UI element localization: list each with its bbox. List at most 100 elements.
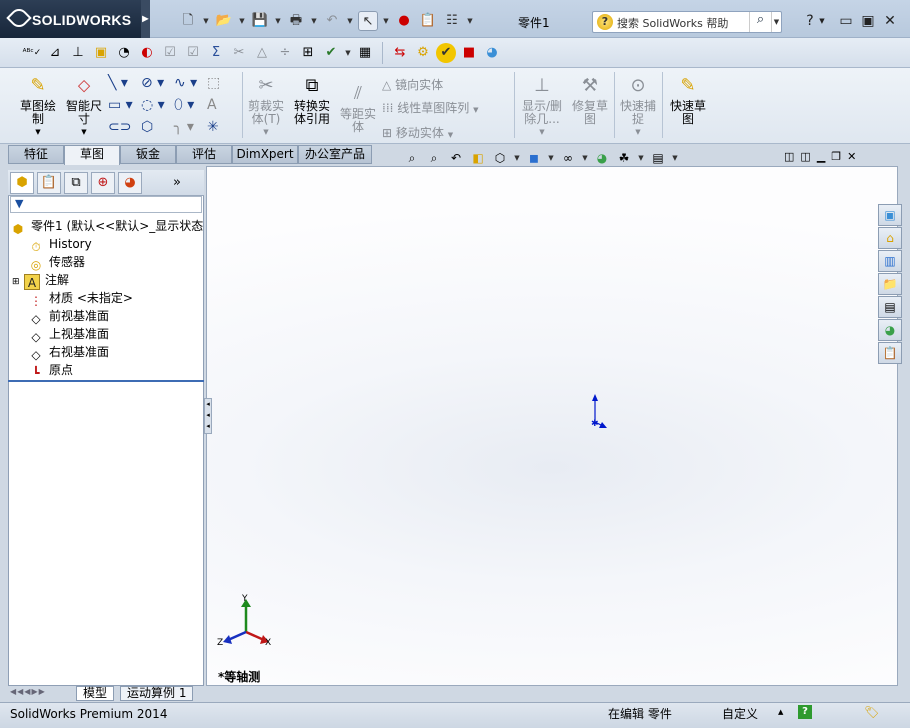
previous-view-icon[interactable]: ↶ <box>447 149 465 167</box>
spell-check-icon[interactable]: ᴬᴮᶜ✓ <box>22 43 42 63</box>
section-view-icon[interactable]: ◧ <box>469 149 487 167</box>
split-left-icon[interactable]: ◫ <box>784 150 794 163</box>
tab-features[interactable]: 特征 <box>8 145 64 164</box>
menu-arrow-icon[interactable]: ▶ <box>141 0 150 38</box>
traffic-icon[interactable]: ◐ <box>137 43 157 63</box>
minimize-icon[interactable]: ▭ <box>836 12 856 30</box>
feature-manager-tab-icon[interactable]: ⬢ <box>10 171 34 194</box>
minimize-icon[interactable]: ▁ <box>817 150 825 163</box>
split-right-icon[interactable]: ◫ <box>800 150 810 163</box>
expand-panel-icon[interactable]: » <box>173 175 181 190</box>
appearance-icon[interactable]: ◕ <box>482 43 502 63</box>
convert-entities-button[interactable]: ⧉ 转换实 体引用 <box>288 74 336 126</box>
sketch-check-icon[interactable]: ⊿ <box>45 43 65 63</box>
checkbox-icon[interactable]: ☑ <box>183 43 203 63</box>
chevron-down-icon[interactable]: ▼ <box>671 154 679 162</box>
dotted-rect-icon[interactable]: ⬚ <box>207 72 240 94</box>
help-search-box[interactable]: ? 搜索 SolidWorks 帮助 ⌕ ▼ <box>592 11 782 33</box>
close-icon[interactable]: ✕ <box>880 12 900 30</box>
chevron-down-icon[interactable]: ▼ <box>466 17 474 25</box>
chevron-down-icon[interactable]: ▼ <box>771 12 781 32</box>
panel-collapse-handle[interactable]: ◂ ◂ ◂ <box>204 398 212 434</box>
polygon-icon[interactable]: ⬡ <box>141 116 174 138</box>
chevron-down-icon[interactable]: ▼ <box>547 154 555 162</box>
tab-sheet-metal[interactable]: 钣金 <box>120 145 176 164</box>
offset-entities-button[interactable]: ⫽ 等距实 体 <box>336 82 380 134</box>
smart-dimension-button[interactable]: ⬦ 智能尺 寸 ▼ <box>60 74 108 139</box>
rebuild-traffic-light-icon[interactable]: ● <box>394 11 414 31</box>
chevron-down-icon[interactable]: ▼ <box>581 154 589 162</box>
line-icon[interactable]: ╲ ▾ <box>108 72 141 94</box>
tree-item-origin[interactable]: ┗ 原点 <box>8 361 204 380</box>
tab-evaluate[interactable]: 评估 <box>176 145 232 164</box>
restore-icon[interactable]: ▣ <box>858 12 878 30</box>
calc-icon[interactable]: ⊞ <box>298 43 318 63</box>
check-circle-icon[interactable]: ✔ <box>436 43 456 63</box>
open-folder-icon[interactable]: 📂 <box>214 11 234 31</box>
chevron-down-icon[interactable]: ▼ <box>202 17 210 25</box>
status-units[interactable]: 自定义 <box>722 704 758 724</box>
undo-icon[interactable]: ↶ <box>322 11 342 31</box>
tab-dimxpert[interactable]: DimXpert <box>232 145 298 164</box>
tree-item-sensors[interactable]: ◎ 传感器 <box>8 253 204 272</box>
zoom-area-icon[interactable]: ⌕ <box>425 149 443 167</box>
mirror-entities-button[interactable]: △ 镜向实体 <box>382 74 512 97</box>
tree-item-right-plane[interactable]: ◇ 右视基准面 <box>8 343 204 362</box>
chevron-down-icon[interactable]: ▼ <box>344 49 352 57</box>
fillet-icon[interactable]: ╮ ▾ <box>174 116 207 138</box>
tree-item-top-plane[interactable]: ◇ 上视基准面 <box>8 325 204 344</box>
gauge-icon[interactable]: ◔ <box>114 43 134 63</box>
split-icon[interactable]: ÷ <box>275 43 295 63</box>
search-icon[interactable]: ⌕ <box>749 12 771 32</box>
linear-pattern-button[interactable]: ⁞⁞⁞ 线性草图阵列 ▼ <box>382 97 512 122</box>
solidworks-resources-icon[interactable]: ▣ <box>878 204 902 226</box>
home-icon[interactable]: ⌂ <box>878 227 902 249</box>
tab-sketch[interactable]: 草图 <box>64 145 120 165</box>
check-x-icon[interactable]: ✔ <box>321 43 341 63</box>
chevron-up-icon[interactable]: ▲ <box>778 708 783 716</box>
hide-show-icon[interactable]: ∞ <box>559 149 577 167</box>
tree-item-material[interactable]: ⋮ 材质 <未指定> <box>8 289 204 308</box>
graphics-area[interactable] <box>206 166 898 686</box>
quick-snaps-button[interactable]: ⊙ 快速捕 捉 ▼ <box>616 74 660 139</box>
design-library-icon[interactable]: ▥ <box>878 250 902 272</box>
custom-properties-icon[interactable]: 📋 <box>878 342 902 364</box>
print-icon[interactable]: 🖶 <box>286 11 306 31</box>
tree-item-history[interactable]: ⏱ History <box>8 235 204 254</box>
tree-item-annotations[interactable]: ⊞ A 注解 <box>8 271 204 290</box>
tab-motion-study[interactable]: 运动算例 1 <box>120 686 194 701</box>
property-manager-tab-icon[interactable]: 📋 <box>37 171 61 194</box>
view-orientation-icon[interactable]: ⬡ <box>491 149 509 167</box>
checkbox-icon[interactable]: ☑ <box>160 43 180 63</box>
new-document-icon[interactable]: 🗋 <box>178 11 198 31</box>
view-settings-icon[interactable]: ▤ <box>649 149 667 167</box>
file-explorer-icon[interactable]: 📁 <box>878 273 902 295</box>
scissors-icon[interactable]: ✂ <box>229 43 249 63</box>
display-delete-relations-button[interactable]: ⊥ 显示/删 除几... ▼ <box>518 74 566 139</box>
rectangle-icon[interactable]: ▭ ▾ <box>108 94 141 116</box>
scene-icon[interactable]: ☘ <box>615 149 633 167</box>
circle-icon[interactable]: ⊘ ▾ <box>141 72 174 94</box>
chevron-down-icon[interactable]: ▼ <box>238 17 246 25</box>
dimxpert-manager-tab-icon[interactable]: ⊕ <box>91 171 115 194</box>
arrows-icon[interactable]: ⇆ <box>390 43 410 63</box>
triangle-icon[interactable]: △ <box>252 43 272 63</box>
color-square-icon[interactable]: ■ <box>459 43 479 63</box>
sketch-button[interactable]: ✎ 草图绘 制 ▼ <box>14 74 62 139</box>
sigma-icon[interactable]: Σ <box>206 43 226 63</box>
gear-icon[interactable]: ⚙ <box>413 43 433 63</box>
relations-icon[interactable]: ⊥ <box>68 43 88 63</box>
rapid-sketch-button[interactable]: ✎ 快速草 图 <box>664 74 712 126</box>
edit-appearance-icon[interactable]: ◕ <box>593 149 611 167</box>
solidworks-logo[interactable]: SOLIDWORKS ▶ <box>0 0 150 38</box>
tab-office-products[interactable]: 办公室产品 <box>298 145 372 164</box>
trim-button[interactable]: ✂ 剪裁实 体(T) ▼ <box>244 74 288 139</box>
chevron-down-icon[interactable]: ▼ <box>310 17 318 25</box>
save-icon[interactable]: 💾 <box>250 11 270 31</box>
tag-icon[interactable]: 🏷 <box>864 705 879 719</box>
point-icon[interactable]: ✳ <box>207 116 240 138</box>
rollback-bar[interactable] <box>8 380 204 382</box>
tab-scroll-arrows[interactable]: ◀◀◀▶▶ <box>10 687 46 696</box>
close-icon[interactable]: ✕ <box>847 150 856 163</box>
configuration-manager-tab-icon[interactable]: ⧉ <box>64 171 88 194</box>
